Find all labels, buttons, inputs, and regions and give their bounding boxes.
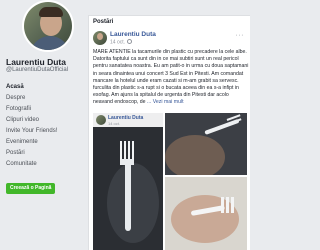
- nav-item-videos[interactable]: Clipuri video: [6, 115, 86, 126]
- globe-icon: [127, 39, 133, 44]
- create-page-button[interactable]: Creează o Pagină: [6, 183, 56, 194]
- nav-item-photos[interactable]: Fotografii: [6, 104, 86, 115]
- left-column: Laurentiu Duta @LaurentiuDutaOfficial Ac…: [0, 0, 90, 250]
- nav-item-home[interactable]: Acasă: [6, 82, 86, 93]
- embedded-post-time: 14 oct.: [108, 121, 121, 126]
- post-author-name[interactable]: Laurentiu Duta: [110, 31, 156, 38]
- nav-item-events[interactable]: Evenimente: [6, 137, 86, 148]
- post-image-3[interactable]: [165, 177, 247, 250]
- post-author-avatar[interactable]: [93, 31, 107, 45]
- fork-photo-1: [93, 127, 163, 250]
- post-image-1[interactable]: Laurentiu Duta 14 oct.: [93, 113, 163, 250]
- embedded-author-avatar: [96, 115, 106, 125]
- posts-panel: Postări Laurentiu Duta 14 oct. ··· MARE …: [88, 15, 250, 250]
- page-name[interactable]: Laurentiu Duta: [6, 57, 66, 67]
- post-timestamp[interactable]: 14 oct.: [110, 39, 133, 46]
- fork-photo-3: [165, 177, 247, 250]
- nav-item-community[interactable]: Comunitate: [6, 159, 86, 170]
- posts-header: Postări: [93, 19, 114, 25]
- profile-photo-hair: [39, 7, 63, 17]
- post-image-2[interactable]: [165, 113, 247, 175]
- nav-item-posts[interactable]: Postări: [6, 148, 86, 159]
- page-handle[interactable]: @LaurentiuDutaOfficial: [6, 67, 68, 73]
- post-time-text: 14 oct.: [110, 39, 126, 46]
- see-more-link[interactable]: ... Vezi mai mult: [147, 99, 184, 105]
- more-icon[interactable]: ···: [236, 32, 245, 39]
- profile-picture[interactable]: [22, 0, 74, 52]
- nav-item-about[interactable]: Despre: [6, 93, 86, 104]
- nav-item-invite-friends[interactable]: Invite Your Friends!: [6, 126, 86, 137]
- post-text: MARE ATENTIE la tacamurile din plastic c…: [93, 49, 249, 107]
- embedded-post-header: Laurentiu Duta 14 oct.: [93, 113, 163, 127]
- post-body: MARE ATENTIE la tacamurile din plastic c…: [93, 49, 249, 106]
- fork-photo-2: [165, 113, 247, 175]
- page-nav: Acasă Despre Fotografii Clipuri video In…: [6, 82, 86, 170]
